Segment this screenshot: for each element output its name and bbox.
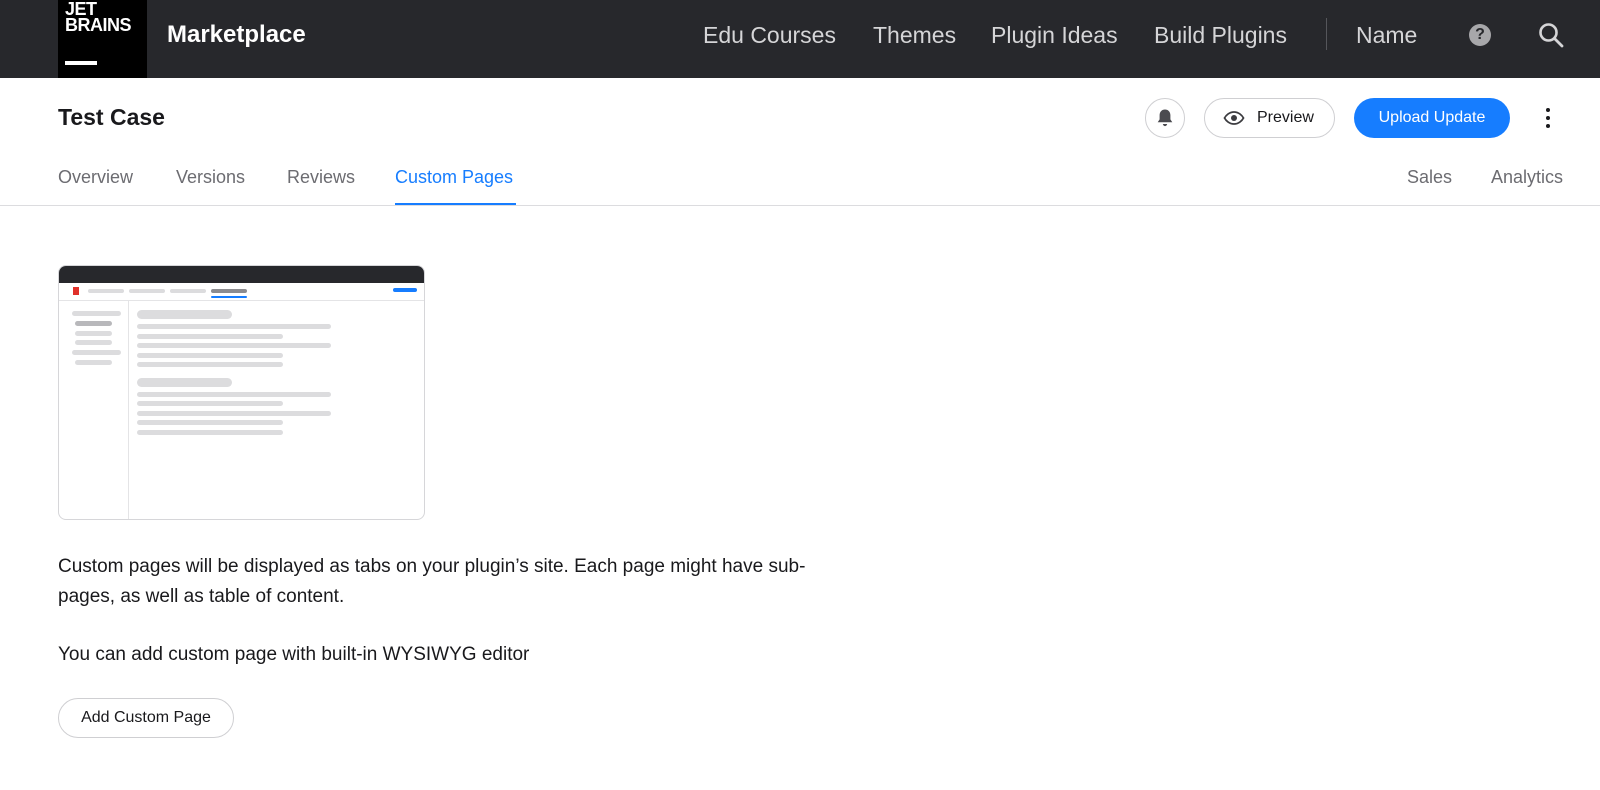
- help-icon[interactable]: ?: [1469, 24, 1491, 46]
- page-title: Test Case: [58, 104, 165, 130]
- upload-update-button[interactable]: Upload Update: [1354, 98, 1510, 138]
- preview-button[interactable]: Preview: [1204, 98, 1335, 138]
- illustration-header-bar: [59, 266, 424, 283]
- illustration-sidebar-line: [75, 360, 112, 365]
- marketplace-brand[interactable]: Marketplace: [167, 19, 306, 51]
- add-custom-page-button[interactable]: Add Custom Page: [58, 698, 234, 738]
- more-options-icon[interactable]: [1540, 104, 1556, 132]
- tabs-divider: [0, 205, 1600, 206]
- custom-pages-description: Custom pages will be displayed as tabs o…: [58, 556, 806, 607]
- user-name-link[interactable]: Name: [1356, 19, 1417, 51]
- preview-label: Preview: [1257, 109, 1314, 126]
- illustration-text-line: [137, 401, 283, 406]
- illustration-tab: [170, 289, 206, 293]
- illustration-tab: [129, 289, 165, 293]
- illustration-text-line: [137, 420, 283, 425]
- illustration-text-line: [137, 430, 283, 435]
- custom-pages-hint: You can add custom page with built-in WY…: [58, 644, 530, 665]
- nav-build-plugins[interactable]: Build Plugins: [1154, 19, 1287, 51]
- illustration-tab-indicator: [211, 296, 247, 298]
- tab-overview[interactable]: Overview: [58, 164, 133, 190]
- tab-reviews[interactable]: Reviews: [287, 164, 355, 190]
- illustration-sidebar-line: [72, 350, 121, 355]
- illustration-text-line: [137, 334, 283, 339]
- illustration-sidebar-divider: [128, 301, 129, 519]
- illustration-button: [393, 288, 417, 292]
- tab-versions[interactable]: Versions: [176, 164, 245, 190]
- logo-line-2: BRAINS: [65, 15, 132, 35]
- illustration-sidebar-line: [72, 311, 121, 316]
- illustration-text-line: [137, 411, 331, 416]
- notifications-button[interactable]: [1145, 98, 1185, 138]
- top-navigation-bar: JET BRAINS Marketplace Edu Courses Theme…: [0, 0, 1600, 78]
- tab-analytics[interactable]: Analytics: [1491, 164, 1563, 190]
- logo-underscore: [65, 61, 97, 65]
- illustration-text-line: [137, 324, 331, 329]
- bell-icon: [1157, 109, 1173, 127]
- nav-divider: [1326, 18, 1327, 50]
- illustration-sidebar-line: [75, 340, 112, 345]
- kebab-dot: [1546, 108, 1550, 112]
- illustration-sidebar-line: [75, 331, 112, 336]
- illustration-text-line: [137, 362, 283, 367]
- illustration-heading: [137, 378, 232, 387]
- illustration-sidebar-line: [75, 321, 112, 326]
- illustration-logo: [73, 287, 79, 295]
- illustration-text-line: [137, 353, 283, 358]
- illustration-text-line: [137, 392, 331, 397]
- illustration-divider: [59, 300, 424, 301]
- custom-pages-illustration: [58, 265, 425, 520]
- kebab-dot: [1546, 116, 1550, 120]
- illustration-tab-active: [211, 289, 247, 293]
- kebab-dot: [1546, 124, 1550, 128]
- nav-plugin-ideas[interactable]: Plugin Ideas: [991, 19, 1118, 51]
- illustration-tab: [88, 289, 124, 293]
- nav-themes[interactable]: Themes: [873, 19, 956, 51]
- search-icon[interactable]: [1538, 22, 1564, 48]
- tab-custom-pages[interactable]: Custom Pages: [395, 164, 513, 190]
- illustration-heading: [137, 310, 232, 319]
- nav-edu-courses[interactable]: Edu Courses: [703, 19, 836, 51]
- tab-sales[interactable]: Sales: [1407, 164, 1452, 190]
- jetbrains-logo[interactable]: JET BRAINS: [58, 0, 147, 78]
- eye-icon: [1223, 111, 1245, 125]
- illustration-text-line: [137, 343, 331, 348]
